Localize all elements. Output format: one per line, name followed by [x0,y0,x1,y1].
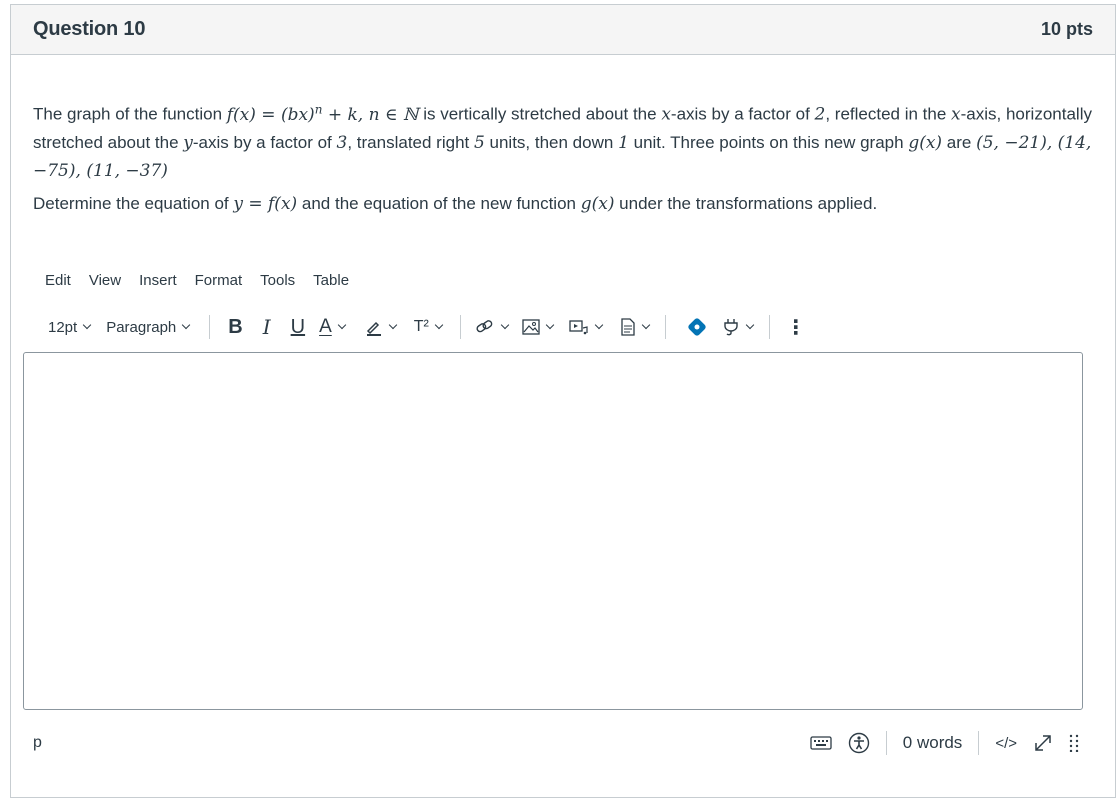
editor-toolbar: 12pt Paragraph B I U A T² ⋮ [36,312,1076,342]
accessibility-checker-button[interactable] [838,729,880,757]
toolbar-divider [209,315,211,339]
question-prompt: Determine the equation of y = f(x) and t… [33,194,878,214]
plug-icon [724,319,738,336]
menu-view[interactable]: View [80,270,130,291]
image-icon [522,319,540,335]
status-divider [885,731,887,755]
document-icon [621,318,635,336]
editor-content[interactable] [24,353,1082,709]
chevron-down-icon [594,320,604,330]
toolbar-divider [664,315,666,339]
chevron-down-icon [434,320,444,330]
accessibility-plugin-button[interactable] [714,313,761,341]
accessibility-icon [848,732,869,754]
editor-menubar: Edit View Insert Format Tools Table [36,270,358,291]
question-points: 10 pts [1040,19,1093,39]
text-color-button[interactable]: A [315,313,355,341]
editor-statusbar: p 0 words </> [23,728,1083,758]
plugin-diamond-icon [688,318,706,336]
chevron-down-icon [641,320,651,330]
chevron-down-icon [337,320,347,330]
status-actions: 0 words </> [804,729,1083,757]
underline-button[interactable]: U [281,313,315,341]
keyboard-shortcuts-button[interactable] [804,729,838,757]
question-header: Question 10 10 pts [11,5,1115,55]
menu-tools[interactable]: Tools [251,270,304,291]
question-text: The graph of the function f(x) = (bx)n +… [33,102,1092,181]
chevron-down-icon [745,320,755,330]
image-button[interactable] [516,313,561,341]
chevron-down-icon [182,320,191,330]
function-expression: f(x) = (bx)n + k, n ∈ ℕ [226,102,419,125]
chevron-down-icon [500,320,510,330]
document-button[interactable] [610,313,657,341]
status-divider [978,731,980,755]
highlight-color-button[interactable] [355,313,406,341]
fullscreen-button[interactable] [1027,729,1059,757]
word-count[interactable]: 0 words [893,733,973,753]
link-icon [476,320,493,333]
keyboard-icon [810,736,832,750]
apps-button[interactable] [674,313,714,341]
menu-format[interactable]: Format [186,270,252,291]
menu-edit[interactable]: Edit [36,270,80,291]
drag-handle-icon [1069,734,1079,752]
toolbar-divider [768,315,770,339]
chevron-down-icon [388,320,398,330]
menu-insert[interactable]: Insert [130,270,186,291]
chevron-down-icon [82,320,92,330]
html-editor-button[interactable]: </> [985,729,1027,757]
link-button[interactable] [469,313,516,341]
toolbar-divider [459,315,461,339]
bold-button[interactable]: B [218,313,252,341]
highlighter-icon [366,321,381,336]
block-format-select[interactable]: Paragraph [102,313,201,341]
question-title: Question 10 [33,18,146,40]
menu-table[interactable]: Table [304,270,358,291]
element-path[interactable]: p [23,734,42,752]
media-icon [569,320,588,335]
resize-handle[interactable] [1059,729,1083,757]
italic-button[interactable]: I [253,313,281,341]
superscript-button[interactable]: T² [406,313,452,341]
expand-icon [1035,735,1051,751]
chevron-down-icon [545,320,555,330]
font-size-select[interactable]: 12pt [36,313,102,341]
media-button[interactable] [561,313,610,341]
more-options-button[interactable]: ⋮ [778,313,814,341]
rich-text-editor[interactable] [23,352,1083,710]
